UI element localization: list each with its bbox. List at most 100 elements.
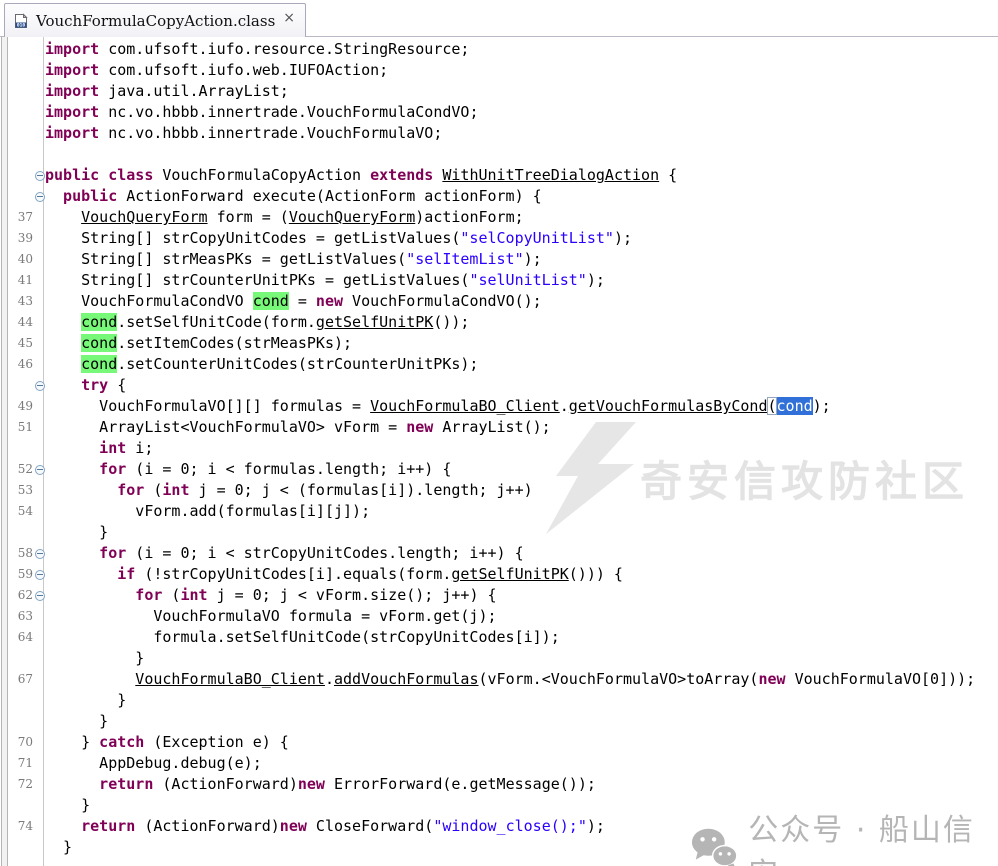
- code-token: return: [99, 775, 153, 793]
- line-number: 52: [0, 459, 33, 480]
- line-number: 45: [0, 333, 33, 354]
- code-line[interactable]: public ActionForward execute(ActionForm …: [0, 186, 998, 207]
- code-token: .setSelfUnitCode(form.: [117, 313, 316, 331]
- code-line[interactable]: 59if (!strCopyUnitCodes[i].equals(form.g…: [0, 564, 998, 585]
- code-line[interactable]: 72return (ActionForward)new ErrorForward…: [0, 774, 998, 795]
- code-token: CloseForward(: [307, 817, 433, 835]
- code-token: ArrayList();: [433, 418, 550, 436]
- line-number: 58: [0, 543, 33, 564]
- code-line[interactable]: 71AppDebug.debug(e);: [0, 753, 998, 774]
- code-token: new: [316, 292, 343, 310]
- code-line[interactable]: try {: [0, 375, 998, 396]
- code-token: i;: [126, 439, 153, 457]
- code-line[interactable]: }: [0, 648, 998, 669]
- code-token: [99, 166, 108, 184]
- code-token: (: [767, 397, 776, 415]
- code-line[interactable]: 41String[] strCounterUnitPKs = getListVa…: [0, 270, 998, 291]
- code-line[interactable]: 51ArrayList<VouchFormulaVO> vForm = new …: [0, 417, 998, 438]
- code-line[interactable]: 62for (int j = 0; j < vForm.size(); j++)…: [0, 585, 998, 606]
- code-token: {: [659, 166, 677, 184]
- code-line[interactable]: 40String[] strMeasPKs = getListValues("s…: [0, 249, 998, 270]
- code-link[interactable]: addVouchFormulas: [334, 670, 479, 688]
- fold-collapse-icon[interactable]: [35, 192, 45, 202]
- fold-collapse-icon[interactable]: [35, 570, 45, 580]
- code-token: .setItemCodes(strMeasPKs);: [117, 334, 352, 352]
- code-token: for: [135, 586, 162, 604]
- fold-collapse-icon[interactable]: [35, 549, 45, 559]
- code-token: }: [81, 733, 99, 751]
- code-line[interactable]: 54vForm.add(formulas[i][j]);: [0, 501, 998, 522]
- code-token: (: [144, 481, 162, 499]
- code-line[interactable]: 58for (i = 0; i < strCopyUnitCodes.lengt…: [0, 543, 998, 564]
- code-link[interactable]: WithUnitTreeDialogAction: [442, 166, 659, 184]
- code-token: import: [45, 103, 99, 121]
- code-line[interactable]: 44cond.setSelfUnitCode(form.getSelfUnitP…: [0, 312, 998, 333]
- code-token: );: [587, 817, 605, 835]
- code-token: new: [280, 817, 307, 835]
- code-link[interactable]: VouchFormulaBO_Client: [370, 397, 560, 415]
- code-line[interactable]: import nc.vo.hbbb.innertrade.VouchFormul…: [0, 123, 998, 144]
- code-token: "selItemList": [406, 250, 523, 268]
- fold-collapse-icon[interactable]: [35, 465, 45, 475]
- fold-collapse-icon[interactable]: [35, 591, 45, 601]
- code-token: vForm.add(formulas[i][j]);: [135, 502, 370, 520]
- line-number: 59: [0, 564, 33, 585]
- code-line[interactable]: }: [0, 690, 998, 711]
- code-line[interactable]: 52for (i = 0; i < formulas.length; i++) …: [0, 459, 998, 480]
- fold-collapse-icon[interactable]: [35, 171, 45, 181]
- code-token: if: [117, 565, 135, 583]
- code-line[interactable]: public class VouchFormulaCopyAction exte…: [0, 165, 998, 186]
- code-link[interactable]: VouchQueryForm: [81, 208, 207, 226]
- tab-close-icon[interactable]: ×: [283, 11, 295, 25]
- fold-collapse-icon[interactable]: [35, 381, 45, 391]
- code-link[interactable]: getSelfUnitPK: [316, 313, 433, 331]
- line-number: 53: [0, 480, 33, 501]
- code-token: }: [135, 649, 144, 667]
- code-line[interactable]: 43VouchFormulaCondVO cond = new VouchFor…: [0, 291, 998, 312]
- tab-vouchformulacopyaction[interactable]: 010 VouchFormulaCopyAction.class ×: [4, 3, 306, 37]
- code-link[interactable]: VouchFormulaBO_Client: [135, 670, 325, 688]
- code-line[interactable]: 37VouchQueryForm form = (VouchQueryForm)…: [0, 207, 998, 228]
- code-link[interactable]: getVouchFormulasByCond: [569, 397, 768, 415]
- code-line[interactable]: 49VouchFormulaVO[][] formulas = VouchFor…: [0, 396, 998, 417]
- code-line[interactable]: }: [0, 795, 998, 816]
- code-token: .: [325, 670, 334, 688]
- code-line[interactable]: 53for (int j = 0; j < (formulas[i]).leng…: [0, 480, 998, 501]
- code-token: VouchFormulaVO formula = vForm.get(j);: [153, 607, 496, 625]
- line-number: 71: [0, 753, 33, 774]
- code-line[interactable]: }: [0, 837, 998, 858]
- code-line[interactable]: int i;: [0, 438, 998, 459]
- code-link[interactable]: getSelfUnitPK: [451, 565, 568, 583]
- code-line[interactable]: import com.ufsoft.iufo.resource.StringRe…: [0, 39, 998, 60]
- code-line[interactable]: 46cond.setCounterUnitCodes(strCounterUni…: [0, 354, 998, 375]
- code-token: import: [45, 82, 99, 100]
- code-line[interactable]: 70} catch (Exception e) {: [0, 732, 998, 753]
- code-editor[interactable]: 奇安信攻防社区 公众号 · 船山信安 import com.ufsoft.iuf…: [0, 37, 998, 866]
- code-link[interactable]: VouchQueryForm: [289, 208, 415, 226]
- code-token: "selCopyUnitList": [460, 229, 614, 247]
- line-number: 37: [0, 207, 33, 228]
- code-line[interactable]: }: [0, 522, 998, 543]
- code-token: cond: [777, 397, 813, 415]
- code-line[interactable]: 67VouchFormulaBO_Client.addVouchFormulas…: [0, 669, 998, 690]
- code-line[interactable]: import nc.vo.hbbb.innertrade.VouchFormul…: [0, 102, 998, 123]
- code-line[interactable]: 39String[] strCopyUnitCodes = getListVal…: [0, 228, 998, 249]
- code-token: )actionForm;: [415, 208, 523, 226]
- code-line[interactable]: import com.ufsoft.iufo.web.IUFOAction;: [0, 60, 998, 81]
- code-token: j = 0; j < (formulas[i]).length; j++): [189, 481, 532, 499]
- code-token: VouchFormulaCondVO();: [343, 292, 542, 310]
- code-token: java.util.ArrayList;: [99, 82, 289, 100]
- code-line[interactable]: }: [0, 711, 998, 732]
- code-token: "selUnitList": [469, 271, 586, 289]
- code-line[interactable]: 63VouchFormulaVO formula = vForm.get(j);: [0, 606, 998, 627]
- code-line[interactable]: 64formula.setSelfUnitCode(strCopyUnitCod…: [0, 627, 998, 648]
- code-line[interactable]: 74return (ActionForward)new CloseForward…: [0, 816, 998, 837]
- line-number: 44: [0, 312, 33, 333]
- code-token: );: [524, 250, 542, 268]
- code-token: String[] strCopyUnitCodes = getListValue…: [81, 229, 460, 247]
- code-line[interactable]: 45cond.setItemCodes(strMeasPKs);: [0, 333, 998, 354]
- code-token: int: [162, 481, 189, 499]
- code-line[interactable]: [0, 144, 998, 165]
- code-token: for: [99, 460, 126, 478]
- code-line[interactable]: import java.util.ArrayList;: [0, 81, 998, 102]
